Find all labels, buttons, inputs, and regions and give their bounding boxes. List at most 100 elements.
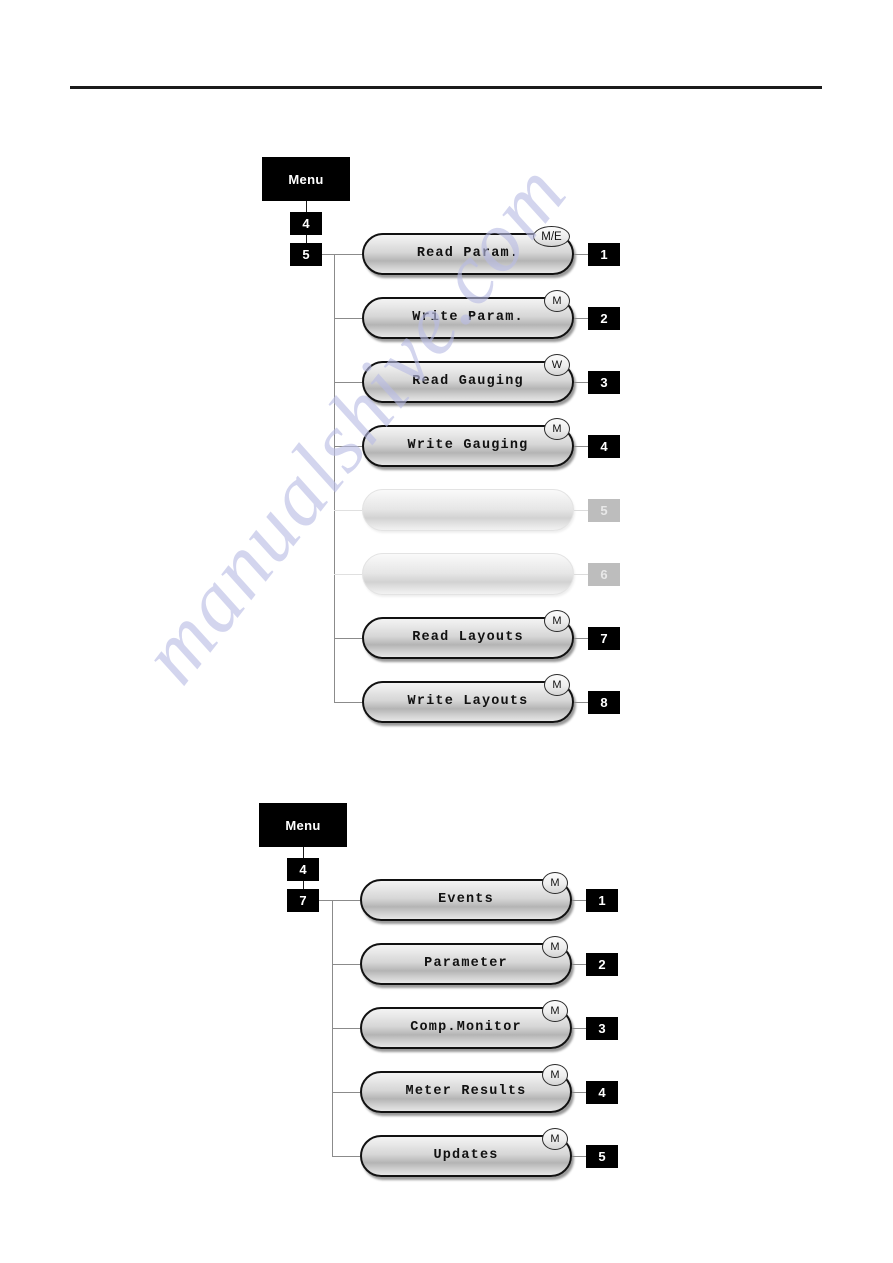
menu-item-pill[interactable]: Meter Results [360, 1071, 572, 1113]
key-box-5[interactable]: 5 [290, 243, 322, 266]
menu-item-label: Comp.Monitor [410, 1019, 522, 1035]
mode-badge-m: M [544, 418, 570, 440]
connector-pill-to-number [574, 254, 588, 255]
mode-badge-label: M [550, 1069, 560, 1081]
item-number-box[interactable]: 4 [588, 435, 620, 458]
key-box-label: 5 [302, 247, 310, 262]
item-number-box[interactable]: 2 [586, 953, 618, 976]
connector-branch [334, 446, 362, 447]
connector-menu-to-key1 [306, 201, 307, 212]
item-number-label: 8 [600, 695, 608, 710]
mode-badge-m: M [544, 610, 570, 632]
menu-item-label: Read Param. [416, 245, 520, 261]
connector-key1-to-key2 [306, 235, 307, 243]
mode-badge-m: M [542, 872, 568, 894]
mode-badge-m: M [542, 1064, 568, 1086]
connector-branch [334, 638, 362, 639]
connector-pill-to-number [574, 382, 588, 383]
item-number-label: 5 [598, 1149, 606, 1164]
item-number-label: 3 [600, 375, 608, 390]
menu-item-pill[interactable]: Write Gauging [362, 425, 574, 467]
item-number-box[interactable]: 5 [586, 1145, 618, 1168]
key-box-4[interactable]: 4 [290, 212, 322, 235]
item-number-box[interactable]: 1 [588, 243, 620, 266]
menu-item-label: Write Gauging [407, 437, 529, 453]
mode-badge-label: M [550, 877, 560, 889]
item-number-box[interactable]: 3 [586, 1017, 618, 1040]
item-number-label: 7 [600, 631, 608, 646]
item-number-label: 4 [598, 1085, 606, 1100]
mode-badge-m-e: M/E [533, 226, 570, 247]
mode-badge-label: M [550, 941, 560, 953]
menu-item-pill[interactable]: Write Param. [362, 297, 574, 339]
item-number-label: 4 [600, 439, 608, 454]
mode-badge-label: M [550, 1133, 560, 1145]
connector-pill-to-number [574, 318, 588, 319]
menu-box-label: Menu [288, 171, 324, 187]
mode-badge-label: M [552, 615, 562, 627]
menu-item-pill[interactable]: Write Layouts [362, 681, 574, 723]
menu-item-pill[interactable]: Events [360, 879, 572, 921]
item-number-label: 6 [600, 567, 608, 582]
connector-branch [334, 510, 362, 511]
menu-item-label: Write Param. [412, 309, 524, 325]
header-divider [70, 86, 822, 89]
mode-badge-label: M/E [541, 230, 562, 243]
mode-badge-label: M [552, 423, 562, 435]
menu-item-label: Parameter [424, 955, 508, 971]
connector-key1-to-key2 [303, 881, 304, 889]
connector-pill-to-number [572, 900, 586, 901]
mode-badge-m: M [542, 936, 568, 958]
connector-pill-to-number [572, 1156, 586, 1157]
key-box-label: 4 [299, 862, 307, 877]
menu-item-pill[interactable]: Read Gauging [362, 361, 574, 403]
connector-pill-to-number [572, 1092, 586, 1093]
mode-badge-m: M [542, 1128, 568, 1150]
mode-badge-m: M [544, 674, 570, 696]
menu-item-pill[interactable] [362, 553, 574, 595]
menu-item-pill[interactable]: Parameter [360, 943, 572, 985]
item-number-box[interactable]: 5 [588, 499, 620, 522]
connector-key2-to-trunk [322, 254, 362, 255]
item-number-box[interactable]: 2 [588, 307, 620, 330]
menu-item-pill[interactable]: Comp.Monitor [360, 1007, 572, 1049]
item-number-box[interactable]: 4 [586, 1081, 618, 1104]
mode-badge-m: M [544, 290, 570, 312]
item-number-box[interactable]: 6 [588, 563, 620, 586]
menu-box-label: Menu [285, 817, 321, 833]
menu-item-label: Write Layouts [407, 693, 529, 709]
item-number-label: 2 [600, 311, 608, 326]
item-number-box[interactable]: 8 [588, 691, 620, 714]
connector-pill-to-number [572, 964, 586, 965]
item-number-box[interactable]: 1 [586, 889, 618, 912]
connector-key2-to-trunk [319, 900, 360, 901]
key-box-7[interactable]: 7 [287, 889, 319, 912]
connector-branch [332, 1028, 360, 1029]
menu-item-pill[interactable]: Read Layouts [362, 617, 574, 659]
connector-pill-to-number [574, 446, 588, 447]
connector-branch [332, 1156, 360, 1157]
item-number-label: 2 [598, 957, 606, 972]
key-box-label: 4 [302, 216, 310, 231]
menu-box[interactable]: Menu [262, 157, 350, 201]
item-number-label: 1 [600, 247, 608, 262]
menu-box[interactable]: Menu [259, 803, 347, 847]
key-box-4[interactable]: 4 [287, 858, 319, 881]
connector-branch [334, 318, 362, 319]
menu-item-label: Updates [433, 1147, 499, 1163]
menu-item-label: Meter Results [405, 1083, 527, 1099]
connector-branch [334, 574, 362, 575]
connector-branch [332, 964, 360, 965]
menu-item-pill[interactable]: Updates [360, 1135, 572, 1177]
connector-pill-to-number [574, 638, 588, 639]
mode-badge-label: M [550, 1005, 560, 1017]
connector-trunk [334, 254, 335, 702]
item-number-box[interactable]: 3 [588, 371, 620, 394]
item-number-box[interactable]: 7 [588, 627, 620, 650]
mode-badge-m: M [542, 1000, 568, 1022]
mode-badge-w: W [544, 354, 570, 376]
mode-badge-label: M [552, 679, 562, 691]
item-number-label: 5 [600, 503, 608, 518]
menu-item-pill[interactable] [362, 489, 574, 531]
menu-item-label: Read Gauging [412, 373, 524, 389]
